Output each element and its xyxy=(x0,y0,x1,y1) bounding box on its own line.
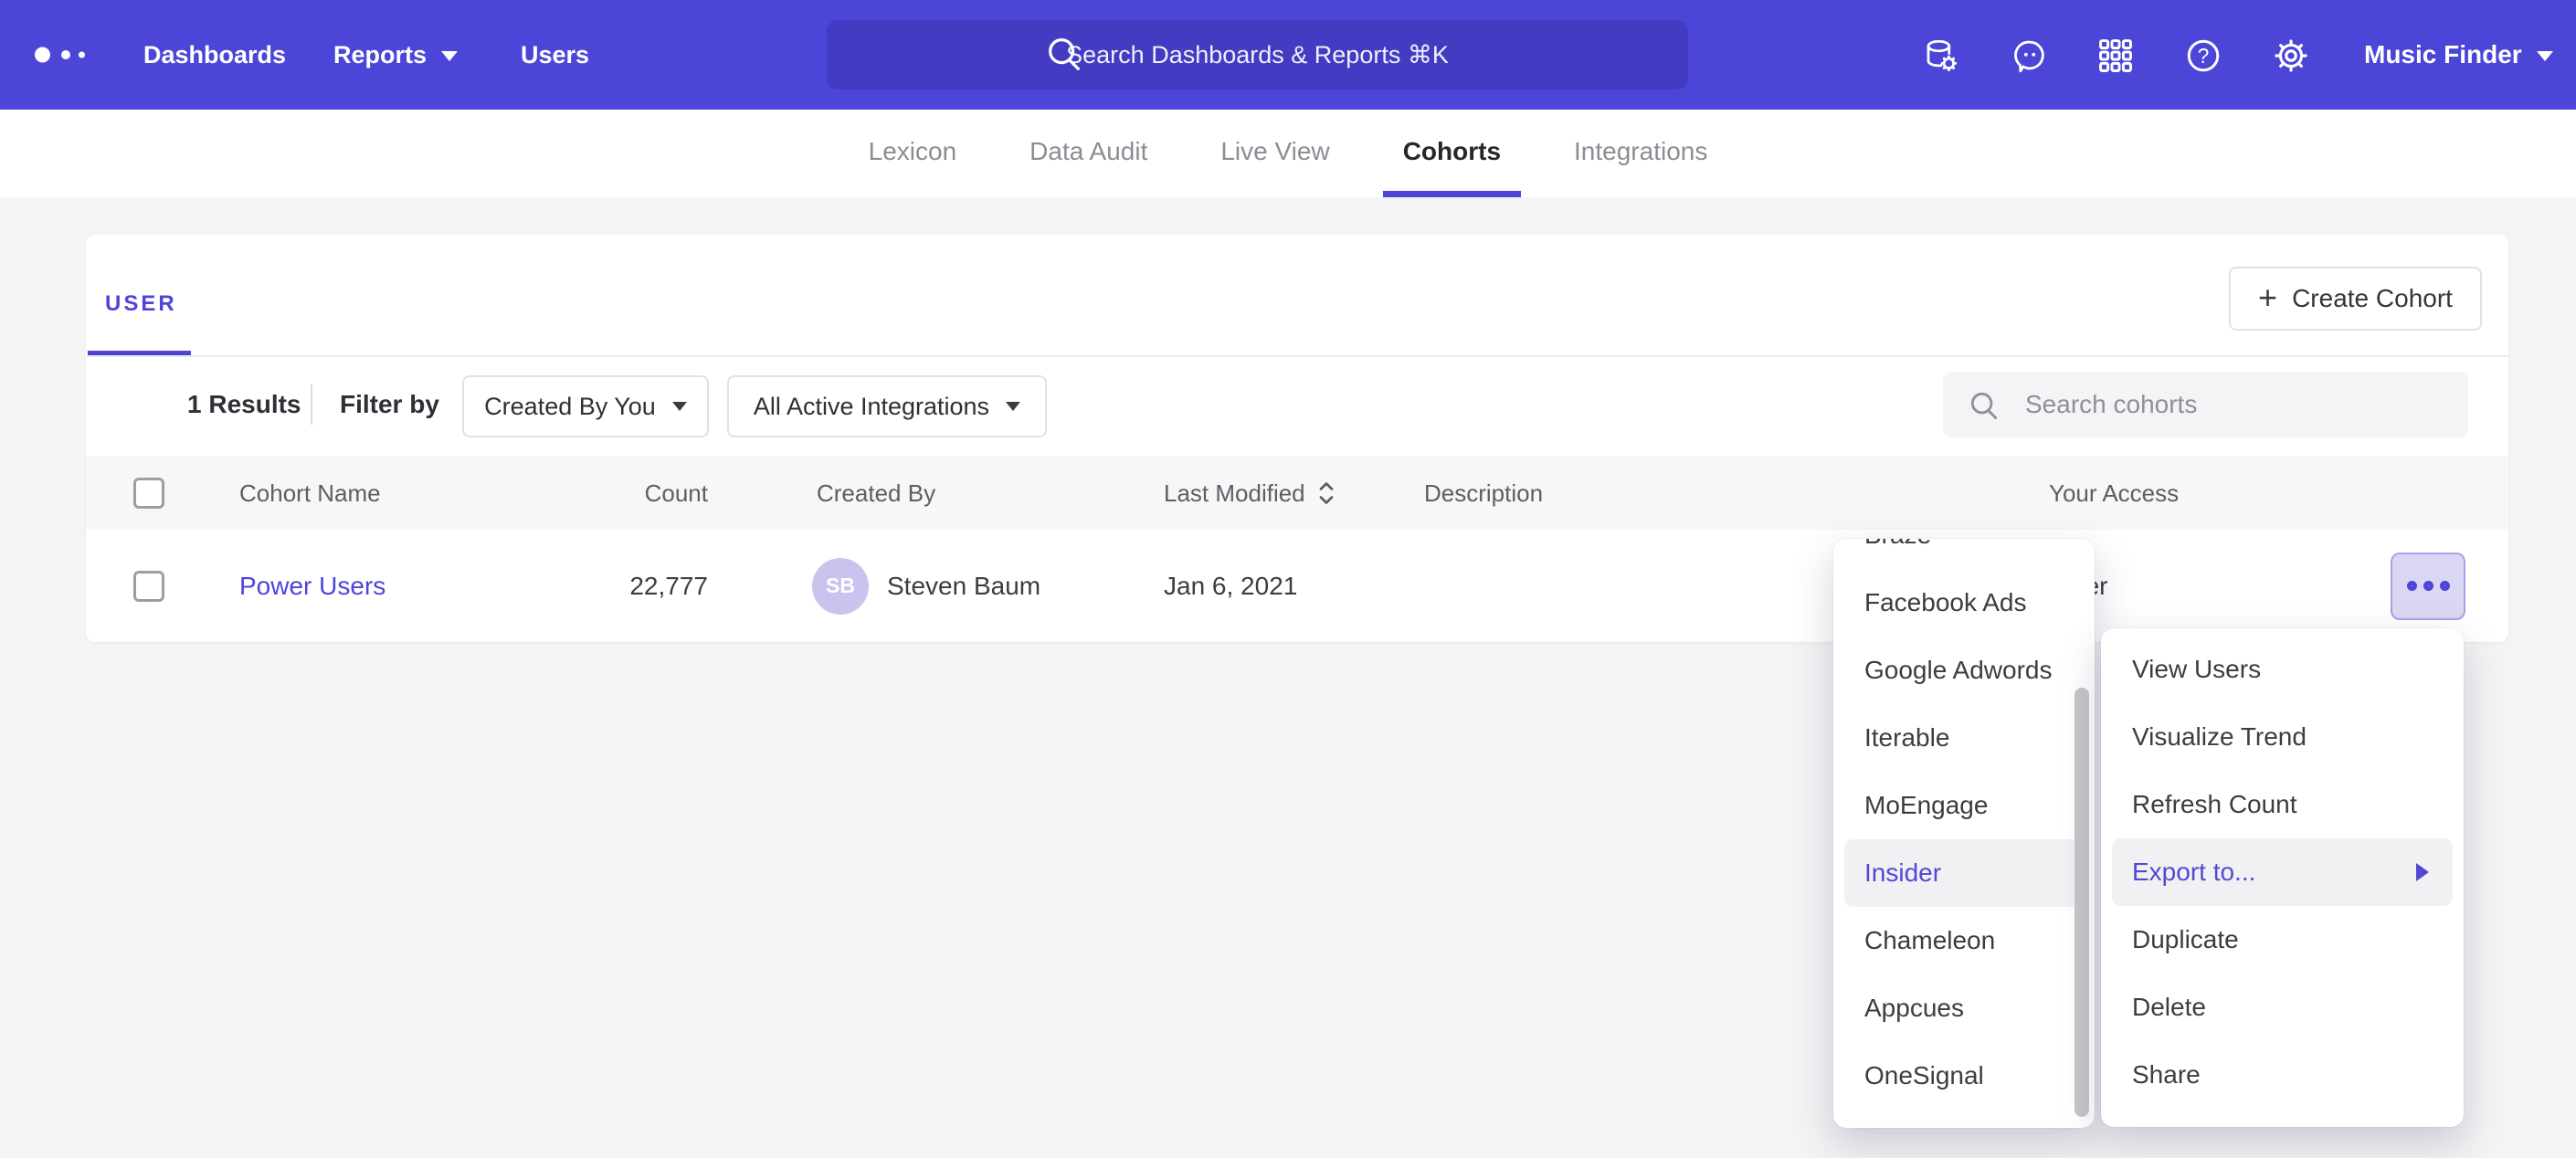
menu-item-iterable[interactable]: Iterable xyxy=(1833,704,2095,772)
menu-item-view-users[interactable]: View Users xyxy=(2101,636,2464,703)
column-description[interactable]: Description xyxy=(1424,457,1543,530)
results-count: 1 Results xyxy=(187,390,301,419)
created-by-filter-dropdown[interactable]: Created By You xyxy=(462,375,709,437)
menu-item-moengage[interactable]: MoEngage xyxy=(1833,772,2095,839)
select-all-checkbox[interactable] xyxy=(133,478,164,509)
chevron-down-icon xyxy=(1006,402,1020,411)
help-icon[interactable]: ? xyxy=(2184,37,2222,75)
menu-item-facebook-ads[interactable]: Facebook Ads xyxy=(1833,569,2095,637)
row-actions-ellipsis-button[interactable] xyxy=(2391,553,2465,620)
tab-user-cohorts[interactable]: USER xyxy=(105,291,177,317)
tab-cohorts[interactable]: Cohorts xyxy=(1403,110,1501,197)
export-to-label: Export to... xyxy=(2132,858,2255,886)
chevron-down-icon xyxy=(2537,51,2553,61)
menu-item-delete[interactable]: Delete xyxy=(2101,974,2464,1041)
chevron-down-icon xyxy=(441,51,458,61)
svg-text:?: ? xyxy=(2198,44,2210,68)
integrations-filter-label: All Active Integrations xyxy=(754,393,989,421)
integrations-filter-dropdown[interactable]: All Active Integrations xyxy=(727,375,1047,437)
divider xyxy=(86,355,2508,357)
cohort-count: 22,777 xyxy=(543,530,708,642)
plus-icon: + xyxy=(2258,281,2277,314)
mixpanel-logo-icon[interactable] xyxy=(33,0,133,110)
cohort-created-by: SB Steven Baum xyxy=(812,530,1040,642)
global-search-input[interactable] xyxy=(827,20,1688,89)
chevron-down-icon xyxy=(672,402,687,411)
tab-integrations[interactable]: Integrations xyxy=(1574,110,1707,197)
column-last-modified[interactable]: Last Modified xyxy=(1164,457,1336,530)
row-checkbox[interactable] xyxy=(133,571,164,602)
menu-item-braze[interactable]: Braze xyxy=(1833,539,2095,569)
column-created-by[interactable]: Created By xyxy=(817,457,935,530)
menu-item-refresh-count[interactable]: Refresh Count xyxy=(2101,771,2464,838)
nav-dashboards[interactable]: Dashboards xyxy=(143,0,286,110)
cohort-search-input[interactable] xyxy=(1943,372,2468,437)
settings-gear-icon[interactable] xyxy=(2272,37,2310,75)
menu-item-insider[interactable]: Insider xyxy=(1844,839,2084,907)
menu-item-chameleon[interactable]: Chameleon xyxy=(1833,907,2095,974)
top-navbar: Dashboards Reports Users ? xyxy=(0,0,2576,110)
cohort-table-row: Power Users 22,777 SB Steven Baum Jan 6,… xyxy=(86,530,2508,642)
menu-item-export-to[interactable]: Export to... xyxy=(2112,838,2453,906)
menu-item-google-adwords[interactable]: Google Adwords xyxy=(1833,637,2095,704)
column-last-modified-label: Last Modified xyxy=(1164,479,1305,508)
created-by-filter-label: Created By You xyxy=(484,393,656,421)
nav-users[interactable]: Users xyxy=(521,0,589,110)
feedback-icon[interactable] xyxy=(2011,37,2049,75)
project-switcher[interactable]: Music Finder xyxy=(2364,0,2553,110)
column-cohort-name[interactable]: Cohort Name xyxy=(239,457,381,530)
column-your-access[interactable]: Your Access xyxy=(2049,457,2179,530)
cohort-context-menu: View Users Visualize Trend Refresh Count… xyxy=(2101,628,2464,1127)
avatar: SB xyxy=(812,558,869,615)
nav-reports[interactable]: Reports xyxy=(333,0,458,110)
menu-item-duplicate[interactable]: Duplicate xyxy=(2101,906,2464,974)
cohort-name-link[interactable]: Power Users xyxy=(239,572,385,601)
project-name-label: Music Finder xyxy=(2364,40,2522,68)
divider xyxy=(311,384,312,425)
tab-lexicon[interactable]: Lexicon xyxy=(869,110,957,197)
table-header: Cohort Name Count Created By Last Modifi… xyxy=(86,457,2508,530)
sort-icon xyxy=(1316,479,1336,507)
submenu-arrow-icon xyxy=(2416,863,2429,881)
cohort-last-modified: Jan 6, 2021 xyxy=(1164,530,1297,642)
data-management-icon[interactable] xyxy=(1922,37,1960,75)
menu-item-appcues[interactable]: Appcues xyxy=(1833,974,2095,1042)
menu-item-visualize-trend[interactable]: Visualize Trend xyxy=(2101,703,2464,771)
submenu-scrollbar[interactable] xyxy=(2075,688,2089,1117)
column-count[interactable]: Count xyxy=(543,457,708,530)
apps-grid-icon[interactable] xyxy=(2096,37,2135,75)
menu-item-share[interactable]: Share xyxy=(2101,1041,2464,1109)
export-destination-submenu: Braze Facebook Ads Google Adwords Iterab… xyxy=(1833,539,2095,1128)
tab-data-audit[interactable]: Data Audit xyxy=(1029,110,1147,197)
section-tabbar: Lexicon Data Audit Live View Cohorts Int… xyxy=(0,110,2576,197)
nav-reports-label: Reports xyxy=(333,41,427,68)
menu-item-onesignal[interactable]: OneSignal xyxy=(1833,1042,2095,1110)
create-cohort-label: Create Cohort xyxy=(2292,284,2453,313)
cohorts-panel: USER + Create Cohort 1 Results Filter by… xyxy=(86,235,2508,642)
created-by-name: Steven Baum xyxy=(887,572,1040,601)
filter-by-label: Filter by xyxy=(340,390,439,419)
create-cohort-button[interactable]: + Create Cohort xyxy=(2229,267,2482,331)
tab-live-view[interactable]: Live View xyxy=(1220,110,1329,197)
